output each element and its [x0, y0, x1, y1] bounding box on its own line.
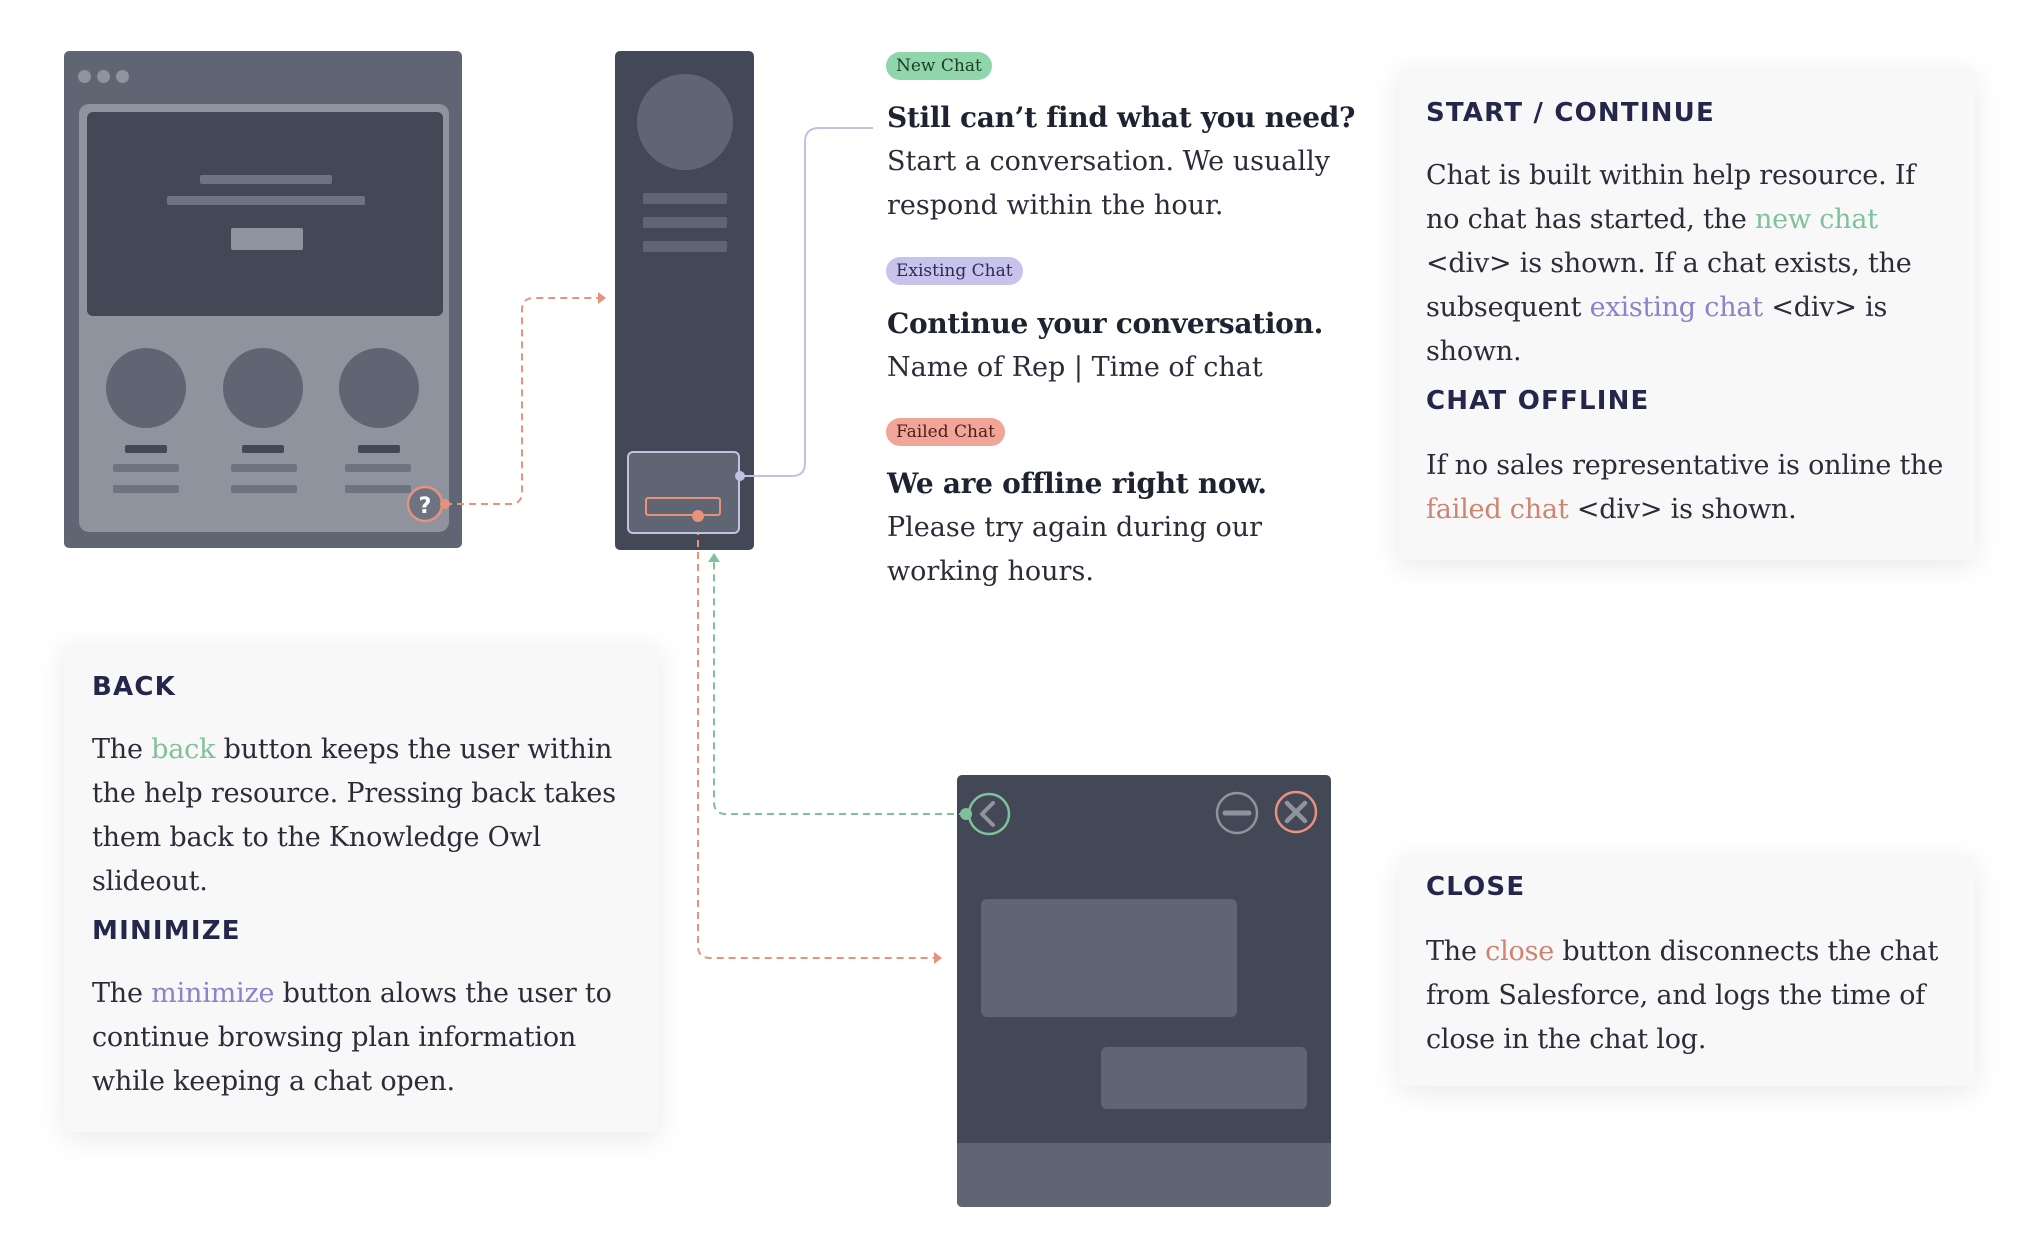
new-chat-headline: Still can’t find what you need? [887, 101, 1356, 134]
minimize-title: MINIMIZE [92, 916, 241, 946]
back-highlight: back [151, 734, 216, 765]
close-text: The close button disconnects the chat fr… [1426, 936, 1939, 1055]
connector-widget-to-states [740, 127, 873, 477]
close-card: CLOSE The close button disconnects the c… [1399, 856, 1975, 1086]
chat-offline-title: CHAT OFFLINE [1426, 386, 1650, 416]
existing-chat-headline: Continue your conversation. [887, 307, 1324, 340]
chat-widget[interactable] [627, 451, 745, 534]
new-chat-highlight: new chat [1754, 204, 1878, 235]
existing-chat-highlight: existing chat [1589, 292, 1763, 323]
failed-chat-badge: Failed Chat [886, 418, 1005, 446]
existing-chat-body: Name of Rep | Time of chat [887, 352, 1263, 383]
start-continue-title: START / CONTINUE [1426, 98, 1715, 128]
back-title: BACK [92, 672, 176, 702]
failed-chat-headline: We are offline right now. [887, 467, 1267, 500]
chat-offline-text: If no sales representative is online the… [1426, 450, 1944, 525]
close-title: CLOSE [1426, 872, 1526, 902]
back-text: The back button keeps the user within th… [92, 734, 616, 897]
minimize-highlight: minimize [151, 978, 275, 1009]
start-continue-text: Chat is built within help resource. If n… [1426, 160, 1916, 367]
failed-chat-body: Please try again during our working hour… [887, 512, 1262, 587]
start-offline-card: START / CONTINUE Chat is built within he… [1399, 68, 1975, 560]
failed-chat-highlight: failed chat [1426, 494, 1569, 525]
connector-help-to-slideout [445, 292, 606, 505]
help-question-icon: ? [419, 494, 432, 519]
new-chat-badge: New Chat [886, 52, 992, 80]
back-minimize-card: BACK The back button keeps the user with… [64, 644, 659, 1132]
back-button[interactable] [960, 792, 1011, 836]
close-highlight: close [1485, 936, 1555, 967]
new-chat-body: Start a conversation. We usually respond… [887, 146, 1330, 221]
help-button[interactable]: ? [406, 485, 450, 523]
minimize-text: The minimize button alows the user to co… [92, 978, 612, 1097]
minimize-button[interactable] [1215, 791, 1259, 835]
close-button[interactable] [1274, 790, 1318, 834]
existing-chat-badge: Existing Chat [886, 257, 1023, 285]
